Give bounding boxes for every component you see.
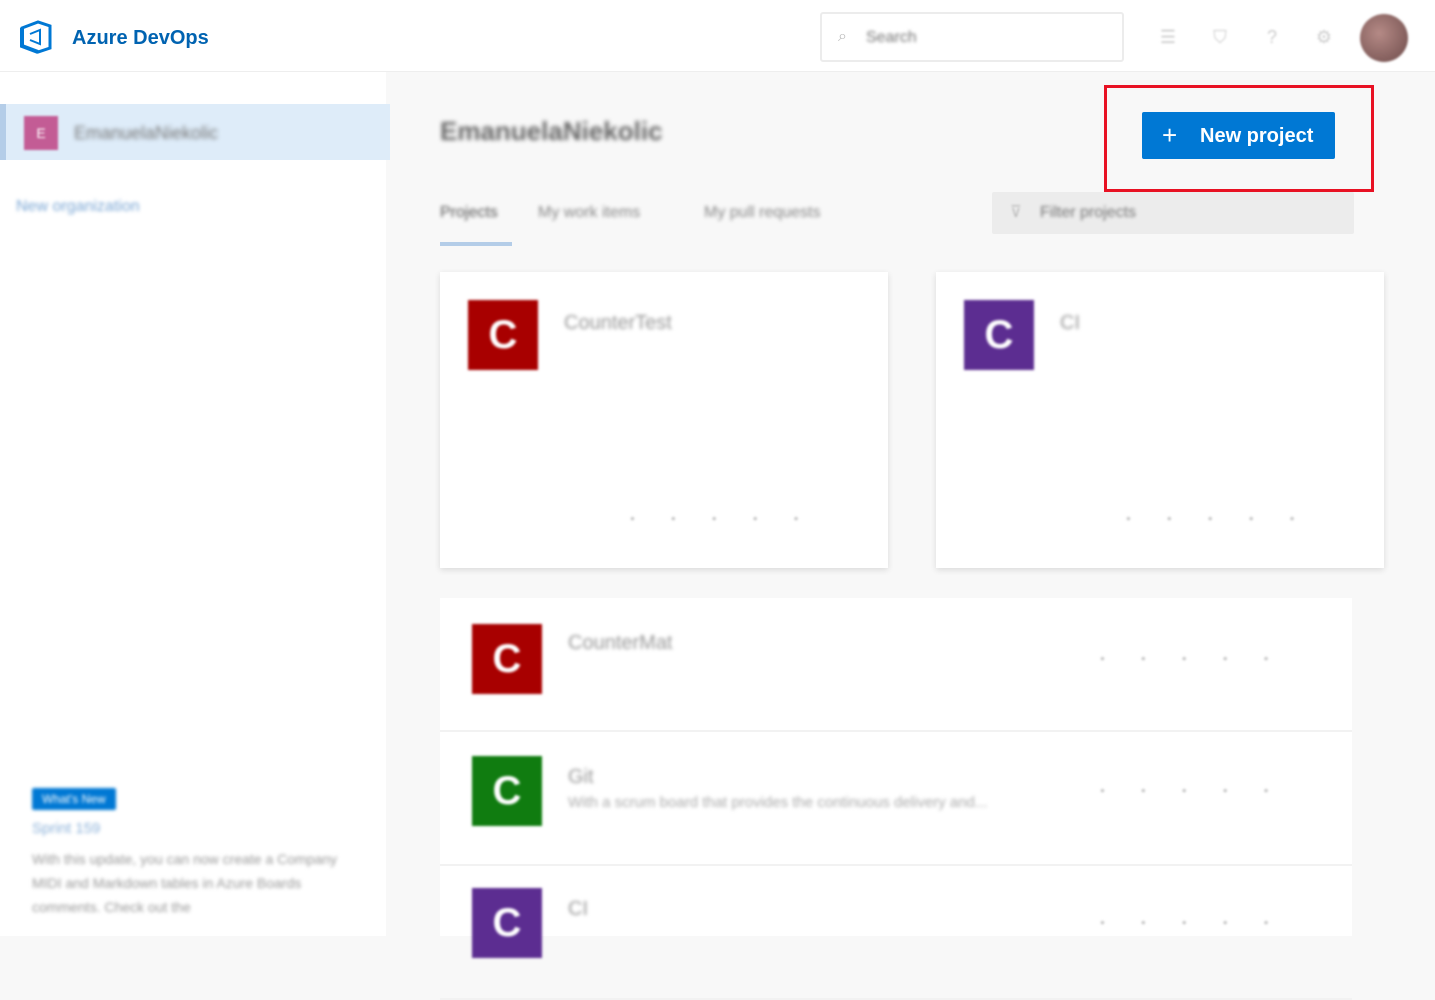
list-icon[interactable]: ☰ [1155,24,1181,50]
org-name: EmanuelaNiekolic [74,123,219,143]
project-stats: ••••• [1100,914,1305,930]
filter-icon: ⊽ [1010,204,1022,221]
project-name[interactable]: CounterTest [564,312,672,335]
project-avatar: C [472,756,542,826]
project-card[interactable]: C CI ••••• [936,272,1384,568]
project-avatar: C [472,888,542,958]
project-avatar: C [964,300,1034,370]
new-project-label: New project [1200,125,1314,147]
filter-input[interactable] [1040,202,1320,224]
project-stats: ••••• [1100,782,1305,798]
search-icon: ⌕ [838,28,847,45]
project-name[interactable]: Git [568,766,594,789]
sidebar: E EmanuelaNiekolic New organization What… [0,72,390,936]
tab-my-work-items[interactable]: My work items [538,204,640,222]
top-bar: Azure DevOps ⌕ ☰ ⛉ ? ⚙ [0,0,1435,72]
project-avatar: C [472,624,542,694]
promo-text: With this update, you can now create a C… [32,851,338,915]
project-description: With a scrum board that provides the con… [568,794,988,811]
search-box[interactable]: ⌕ [820,12,1124,62]
list-item[interactable]: C Git With a scrum board that provides t… [440,732,1352,866]
list-item[interactable]: C CounterMat ••••• [440,598,1352,732]
project-stats: ••••• [1126,510,1331,526]
project-list: C CounterMat ••••• C Git With a scrum bo… [440,598,1352,1000]
brand-name[interactable]: Azure DevOps [72,27,209,50]
azure-devops-logo-icon[interactable] [18,20,54,54]
help-icon[interactable]: ? [1259,24,1285,50]
new-project-button[interactable]: + New project [1142,112,1335,159]
new-organization-link[interactable]: New organization [16,198,140,216]
filter-box[interactable]: ⊽ [992,192,1354,234]
promo-title-link[interactable]: Sprint 159 [32,820,362,837]
project-stats: ••••• [630,510,835,526]
org-badge: E [24,116,58,150]
plus-icon: + [1162,120,1178,150]
page-title: EmanuelaNiekolic [440,116,663,146]
search-input[interactable] [866,26,1106,50]
project-name[interactable]: CI [568,898,588,921]
project-stats: ••••• [1100,650,1305,666]
active-tab-indicator [440,242,512,246]
tab-projects[interactable]: Projects [440,204,498,222]
project-name[interactable]: CI [1060,312,1080,335]
project-card[interactable]: C CounterTest ••••• [440,272,888,568]
marketplace-icon[interactable]: ⛉ [1207,24,1233,50]
tab-my-pull-requests[interactable]: My pull requests [704,204,821,222]
user-settings-icon[interactable]: ⚙ [1311,24,1337,50]
project-name[interactable]: CounterMat [568,632,673,655]
project-avatar: C [468,300,538,370]
sidebar-item-organization[interactable]: E EmanuelaNiekolic [0,104,390,160]
whats-new-panel: What's New Sprint 159 With this update, … [32,788,362,919]
list-item[interactable]: C CI ••••• [440,866,1352,1000]
whats-new-badge: What's New [32,788,116,810]
avatar[interactable] [1360,14,1408,62]
